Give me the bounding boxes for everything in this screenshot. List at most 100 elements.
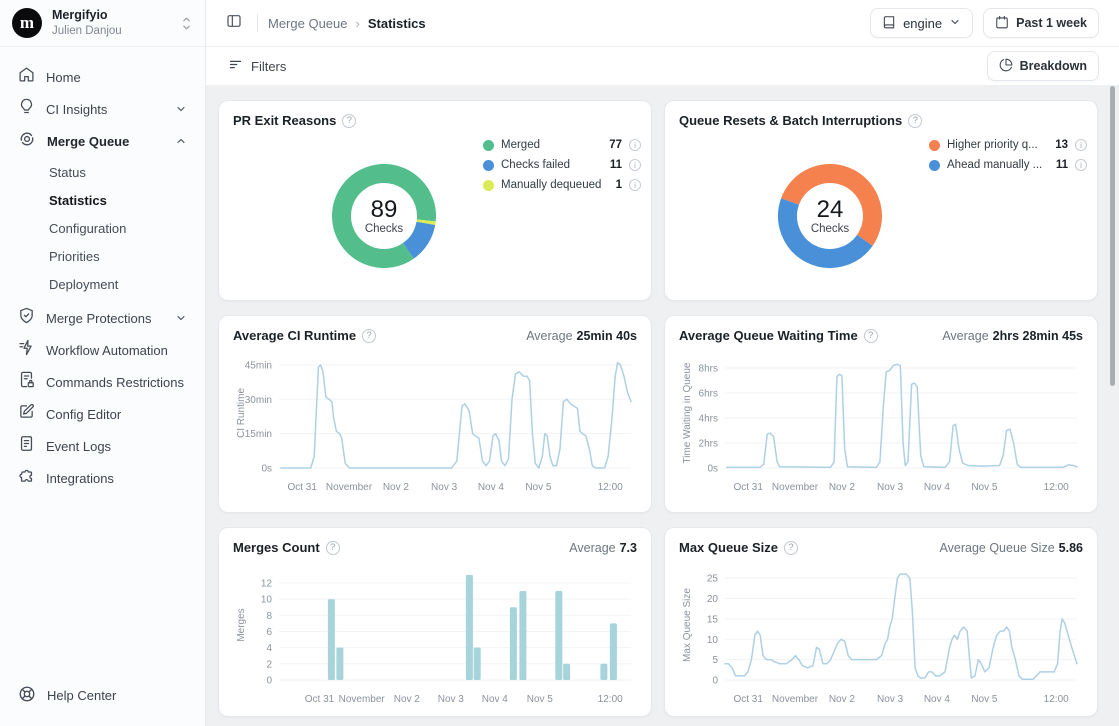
calendar-icon	[995, 15, 1009, 32]
filters-button[interactable]: Filters	[220, 52, 294, 80]
average-readout: Average7.3	[569, 541, 637, 555]
dashboard-grid: PR Exit Reasons 89 Checks Merged 77	[206, 85, 1119, 726]
help-icon[interactable]	[784, 541, 798, 555]
help-icon[interactable]	[362, 329, 376, 343]
sidebar-item-workflow-automation[interactable]: Workflow Automation	[10, 334, 195, 366]
card-max-queue-size: Max Queue Size Average Queue Size5.86 05…	[664, 527, 1098, 717]
puzzle-icon	[18, 467, 35, 489]
home-icon	[18, 66, 35, 88]
sidebar-item-statistics[interactable]: Statistics	[10, 186, 195, 214]
sidebar-item-deployment[interactable]: Deployment	[10, 270, 195, 298]
merge-queue-icon	[18, 130, 36, 153]
svg-text:12:00: 12:00	[598, 482, 623, 493]
svg-text:4hrs: 4hrs	[699, 414, 718, 425]
help-icon[interactable]	[342, 114, 356, 128]
svg-text:Nov 2: Nov 2	[829, 694, 856, 705]
filter-bar: Filters Breakdown	[206, 47, 1119, 85]
svg-text:2hrs: 2hrs	[699, 439, 718, 450]
scrollbar-thumb[interactable]	[1110, 86, 1115, 386]
svg-text:Nov 4: Nov 4	[924, 694, 951, 705]
breakdown-button[interactable]: Breakdown	[987, 51, 1099, 81]
svg-text:Nov 4: Nov 4	[482, 694, 509, 705]
legend-dot	[929, 140, 940, 151]
help-icon[interactable]	[326, 541, 340, 555]
chevron-right-icon: ›	[356, 16, 360, 31]
svg-text:8: 8	[266, 611, 272, 622]
legend: Merged 77 Checks failed 11 Manually dequ…	[483, 135, 641, 195]
info-icon[interactable]	[1075, 139, 1087, 151]
info-icon[interactable]	[629, 179, 641, 191]
card-pr-exit-reasons: PR Exit Reasons 89 Checks Merged 77	[218, 100, 652, 301]
svg-text:Oct 31: Oct 31	[305, 694, 335, 705]
filter-icon	[228, 57, 243, 75]
scrollbar-track[interactable]	[1110, 86, 1115, 722]
sidebar-item-status[interactable]: Status	[10, 158, 195, 186]
svg-text:CI Runtime: CI Runtime	[236, 388, 247, 438]
repo-selector[interactable]: engine	[870, 8, 973, 38]
svg-text:2: 2	[266, 659, 272, 670]
breadcrumb-merge-queue[interactable]: Merge Queue	[268, 16, 348, 31]
sidebar-item-merge-queue[interactable]: Merge Queue	[10, 125, 195, 157]
info-icon[interactable]	[1075, 159, 1087, 171]
help-center-link[interactable]: Help Center	[0, 671, 205, 726]
svg-text:November: November	[772, 482, 819, 493]
sidebar-item-home[interactable]: Home	[10, 61, 195, 93]
legend-dot	[483, 180, 494, 191]
card-title: Average CI Runtime	[233, 328, 356, 343]
bar-chart: 024681012Oct 31NovemberNov 2Nov 3Nov 4No…	[233, 560, 637, 715]
svg-text:Nov 2: Nov 2	[829, 482, 856, 493]
sidebar-item-merge-protections[interactable]: Merge Protections	[10, 302, 195, 334]
sidebar-toggle-button[interactable]	[221, 10, 247, 36]
card-queue-waiting-time: Average Queue Waiting Time Average2hrs 2…	[664, 315, 1098, 513]
info-icon[interactable]	[629, 139, 641, 151]
legend-item-manually-dequeued: Manually dequeued 1	[483, 175, 641, 195]
svg-text:6hrs: 6hrs	[699, 389, 718, 400]
svg-text:Nov 5: Nov 5	[525, 482, 552, 493]
card-title: Average Queue Waiting Time	[679, 328, 858, 343]
svg-text:Nov 3: Nov 3	[438, 694, 465, 705]
svg-text:12:00: 12:00	[1044, 482, 1069, 493]
average-readout: Average2hrs 28min 45s	[942, 329, 1083, 343]
sidebar-item-configuration[interactable]: Configuration	[10, 214, 195, 242]
org-avatar: m	[12, 8, 42, 38]
sidebar-item-ci-insights[interactable]: CI Insights	[10, 93, 195, 125]
book-icon	[882, 15, 896, 32]
legend-dot	[483, 160, 494, 171]
breadcrumb-current: Statistics	[368, 16, 426, 31]
panel-left-icon	[226, 13, 242, 34]
donut-total: 24	[817, 197, 844, 222]
sidebar-item-event-logs[interactable]: Event Logs	[10, 430, 195, 462]
donut-total-label: Checks	[811, 223, 849, 235]
org-user: Julien Danjou	[52, 24, 170, 38]
svg-text:Nov 3: Nov 3	[877, 482, 904, 493]
info-icon[interactable]	[629, 159, 641, 171]
svg-text:Oct 31: Oct 31	[287, 482, 317, 493]
sidebar-item-integrations[interactable]: Integrations	[10, 462, 195, 494]
svg-text:Oct 31: Oct 31	[733, 694, 763, 705]
svg-text:0: 0	[266, 676, 272, 687]
svg-text:8hrs: 8hrs	[699, 364, 718, 375]
svg-text:30min: 30min	[245, 395, 272, 406]
svg-text:4: 4	[266, 643, 272, 654]
legend-dot	[483, 140, 494, 151]
svg-text:Nov 2: Nov 2	[394, 694, 421, 705]
help-icon[interactable]	[864, 329, 878, 343]
document-lock-icon	[18, 371, 35, 393]
sidebar-item-commands-restrictions[interactable]: Commands Restrictions	[10, 366, 195, 398]
sidebar-item-priorities[interactable]: Priorities	[10, 242, 195, 270]
svg-text:Nov 3: Nov 3	[431, 482, 458, 493]
date-range-button[interactable]: Past 1 week	[983, 8, 1099, 38]
svg-text:25: 25	[707, 574, 719, 585]
legend-dot	[929, 160, 940, 171]
chevron-down-icon	[175, 103, 187, 115]
help-icon[interactable]	[908, 114, 922, 128]
average-readout: Average25min 40s	[526, 329, 637, 343]
pie-chart-icon	[999, 58, 1013, 75]
svg-text:Nov 2: Nov 2	[383, 482, 410, 493]
org-switcher[interactable]: m Mergifyio Julien Danjou	[0, 0, 205, 47]
svg-text:Nov 5: Nov 5	[971, 694, 998, 705]
svg-text:12: 12	[261, 578, 273, 589]
sidebar-item-config-editor[interactable]: Config Editor	[10, 398, 195, 430]
svg-text:0s: 0s	[261, 464, 272, 475]
donut-chart: 24 Checks	[777, 163, 883, 269]
